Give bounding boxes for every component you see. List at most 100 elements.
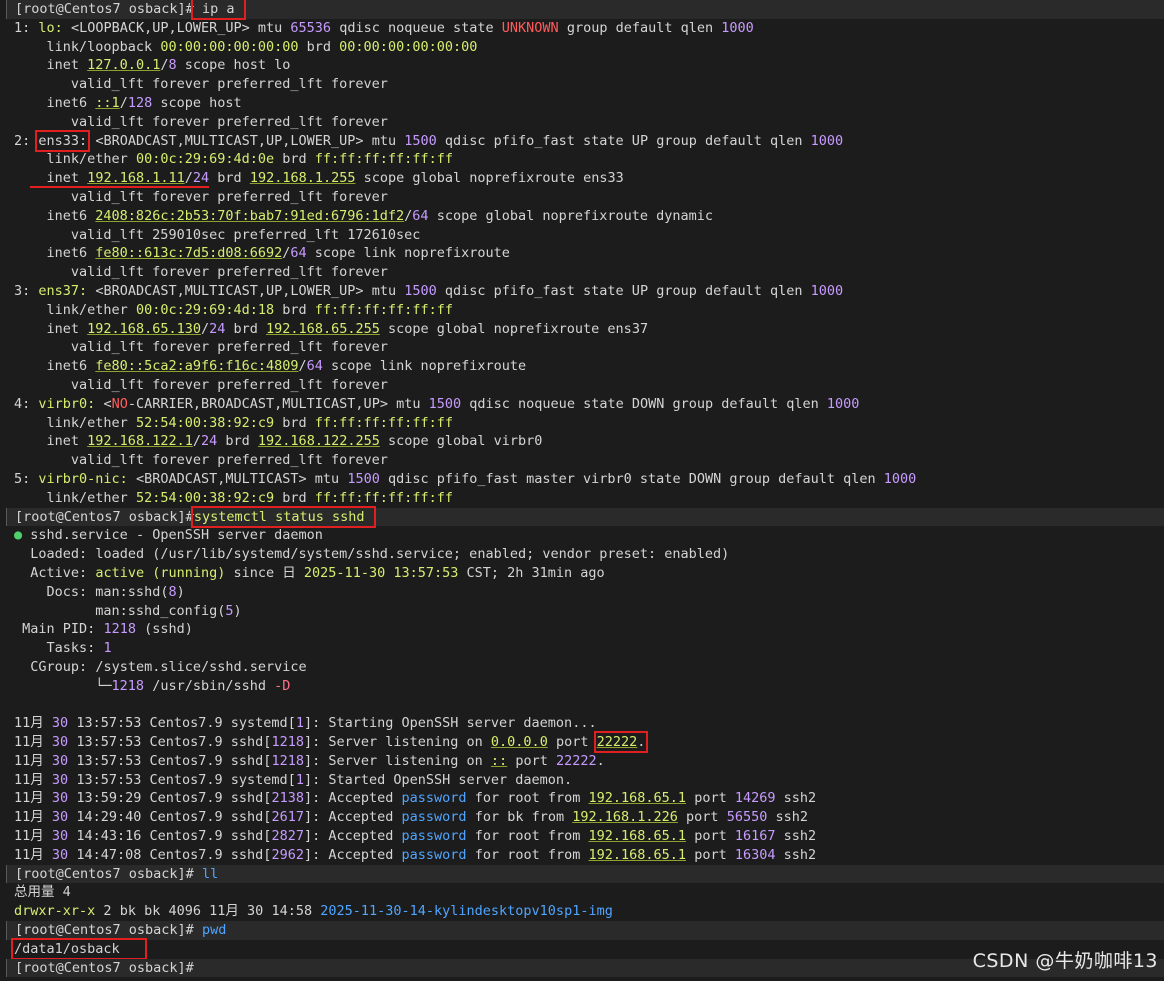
brd-label: brd: [282, 414, 307, 431]
inet6-address: ::1: [95, 94, 120, 111]
log-pid: 2962: [271, 846, 304, 863]
slash: /: [184, 170, 193, 187]
log-month: 11月: [14, 809, 44, 826]
inet-address: 192.168.1.11: [87, 170, 185, 187]
link-label: link/ether: [46, 151, 128, 168]
log-day: 30: [51, 734, 69, 751]
pwd-path: /data1/osback: [14, 940, 120, 957]
iface-flags: <BROADCAST,MULTICAST,UP,LOWER_UP>: [95, 282, 364, 299]
ip-link-line: link/loopback 00:00:00:00:00:00 brd 00:0…: [0, 38, 1164, 57]
iface-flags: <BROADCAST,MULTICAST>: [135, 470, 307, 487]
log-client-ip: 192.168.65.1: [588, 790, 687, 807]
prompt-line: [root@Centos7 osback]# pwd: [0, 921, 1164, 940]
qlen-value: 1000: [810, 282, 844, 299]
status-docs-line: man:sshd_config(5): [0, 602, 1164, 621]
status-tasks-line: Tasks: 1: [0, 639, 1164, 658]
log-day: 30: [51, 846, 69, 863]
log-port: 16167: [734, 828, 776, 845]
log-port-label: port: [694, 846, 727, 863]
log-time: 13:57:53: [76, 734, 142, 751]
log-time: 14:47:08: [76, 846, 142, 863]
inet6-label: inet6: [46, 207, 88, 224]
ip-inet6-line: inet6 2408:826c:2b53:70f:bab7:91ed:6796:…: [0, 207, 1164, 226]
ll-directory-name[interactable]: 2025-11-30-14-kylindesktopv10sp1-img: [320, 903, 613, 919]
ip-valid-line: valid_lft forever preferred_lft forever: [0, 263, 1164, 282]
ll-links: 2: [103, 903, 112, 920]
command-ip-a[interactable]: ip a: [190, 0, 246, 20]
brd-label: brd: [282, 151, 307, 168]
mtu-label: mtu: [396, 395, 421, 412]
terminal-window[interactable]: [root@Centos7 osback]# ip a 1: lo: <LOOP…: [0, 0, 1164, 981]
mtu-label: mtu: [257, 19, 283, 36]
log-line: 11月 30 14:29:40 Centos7.9 sshd[2617]: Ac…: [14, 809, 808, 826]
log-line: 11月 30 13:59:29 Centos7.9 sshd[2138]: Ac…: [14, 790, 817, 807]
log-pid: 1: [295, 715, 304, 732]
ip-link-line: link/ether 00:0c:29:69:4d:18 brd ff:ff:f…: [0, 301, 1164, 320]
log-port-label: port: [515, 752, 548, 769]
log-auth-method: password: [401, 828, 467, 845]
iface-index: 1:: [14, 19, 31, 36]
iface-name: ens33:: [38, 132, 88, 149]
ip-link-line: link/ether 52:54:00:38:92:c9 brd ff:ff:f…: [0, 414, 1164, 433]
log-month: 11月: [14, 846, 44, 863]
log-time: 13:57:53: [76, 771, 142, 788]
line-marker: [0, 507, 7, 527]
cgroup-label: CGroup:: [30, 658, 88, 675]
iface-text: qdisc noqueue state: [339, 19, 494, 36]
ip-valid-line: valid_lft 259010sec preferred_lft 172610…: [0, 226, 1164, 245]
ip-link-line: link/ether 00:0c:29:69:4d:0e brd ff:ff:f…: [0, 150, 1164, 169]
shell-prompt: [root@Centos7 osback]#: [15, 508, 194, 525]
inet6-scope: scope link noprefixroute: [331, 358, 527, 375]
shell-prompt: [root@Centos7 osback]#: [15, 959, 194, 976]
log-accepted: Accepted: [328, 828, 394, 845]
command-ll[interactable]: ll: [202, 866, 218, 882]
slash: /: [192, 433, 201, 450]
inet6-scope: scope host: [160, 94, 242, 111]
brd-mac: ff:ff:ff:ff:ff:ff: [314, 151, 453, 168]
log-port: 22222: [555, 752, 597, 769]
log-address: 0.0.0.0: [490, 734, 548, 751]
docs-entry: man:sshd_config(: [95, 602, 226, 619]
loaded-value: loaded (/usr/lib/systemd/system/sshd.ser…: [95, 546, 730, 563]
log-accepted: Accepted: [328, 809, 394, 826]
cgroup-pid: 1218: [111, 677, 145, 694]
iface-text: qdisc pfifo_fast state UP group default …: [444, 132, 803, 149]
inet-label: inet: [46, 57, 80, 74]
cgroup-command: /usr/sbin/sshd: [152, 677, 266, 694]
mtu-value: 1500: [404, 282, 437, 299]
command-pwd[interactable]: pwd: [202, 922, 226, 938]
prefix-length: 128: [127, 94, 153, 111]
inet-address: 192.168.65.130: [87, 320, 201, 337]
csdn-watermark: CSDN @牛奶咖啡13: [972, 950, 1158, 972]
ip-valid-line: valid_lft forever preferred_lft forever: [0, 188, 1164, 207]
log-month: 11月: [14, 715, 44, 732]
ll-owner: bk bk: [119, 903, 161, 920]
log-line: 11月 30 14:43:16 Centos7.9 sshd[2827]: Ac…: [14, 828, 817, 845]
command-systemctl[interactable]: systemctl status sshd: [190, 505, 376, 528]
ip-valid-line: valid_lft forever preferred_lft forever: [0, 451, 1164, 470]
log-host: Centos7.9: [149, 809, 223, 826]
log-port-label: port: [694, 828, 727, 845]
active-label: Active:: [30, 564, 88, 581]
valid-lft: valid_lft forever preferred_lft forever: [70, 113, 388, 130]
tasks-label: Tasks:: [46, 640, 96, 657]
inet-label: inet: [46, 433, 80, 450]
log-host: Centos7.9: [149, 790, 223, 807]
log-process: sshd: [230, 790, 264, 807]
mtu-value: 65536: [290, 19, 332, 36]
ll-total: 总用量 4: [14, 884, 71, 901]
brd-mac: ff:ff:ff:ff:ff:ff: [314, 414, 453, 431]
log-host: Centos7.9: [149, 752, 223, 769]
log-host: Centos7.9: [149, 715, 223, 732]
mtu-value: 1500: [404, 132, 437, 149]
valid-lft: valid_lft forever preferred_lft forever: [70, 452, 388, 469]
docs-entry: ): [233, 602, 242, 619]
docs-label: Docs:: [46, 583, 88, 600]
log-user: for bk from: [474, 809, 565, 826]
mac-address: 52:54:00:38:92:c9: [135, 489, 275, 506]
prompt-line: [root@Centos7 osback]#systemctl status s…: [0, 505, 1164, 528]
pid-name: (sshd): [144, 621, 193, 638]
slash: /: [200, 320, 210, 337]
log-port: 56550: [726, 809, 768, 826]
